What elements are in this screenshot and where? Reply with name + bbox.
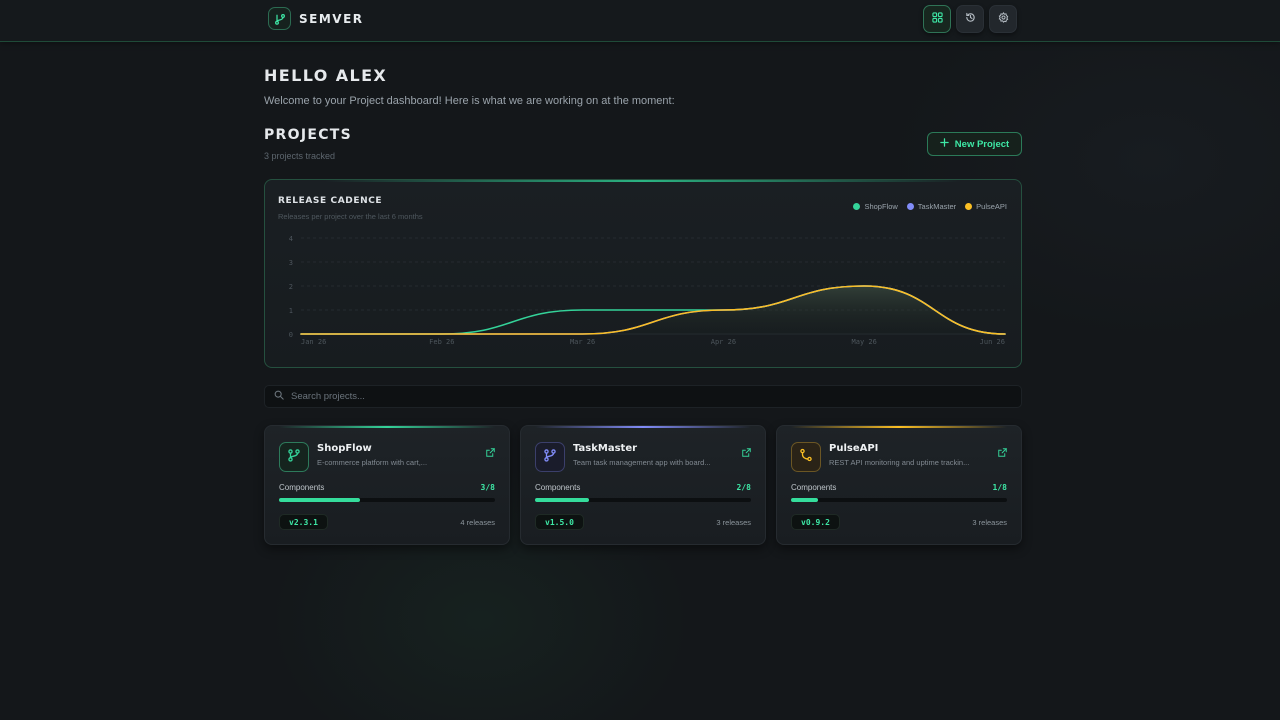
y-tick-label: 0 bbox=[289, 331, 293, 339]
external-link-icon[interactable] bbox=[742, 444, 751, 462]
git-branch-icon bbox=[543, 448, 557, 467]
git-branch-icon bbox=[287, 448, 301, 467]
brand[interactable]: SEMVER bbox=[268, 7, 364, 30]
git-branch-icon bbox=[268, 7, 291, 30]
x-tick-label: Apr 26 bbox=[711, 338, 736, 346]
git-merge-icon bbox=[799, 448, 813, 467]
x-tick-label: May 26 bbox=[852, 338, 877, 346]
card-accent bbox=[279, 426, 495, 428]
project-name: PulseAPI bbox=[829, 443, 879, 454]
y-tick-label: 4 bbox=[289, 235, 293, 243]
project-name: ShopFlow bbox=[317, 443, 372, 454]
project-card-shopflow[interactable]: ShopFlow E-commerce platform with cart,.… bbox=[264, 425, 510, 545]
app-name: SEMVER bbox=[299, 11, 364, 26]
project-card-taskmaster[interactable]: TaskMaster Team task management app with… bbox=[520, 425, 766, 545]
project-card-pulseapi[interactable]: PulseAPI REST API monitoring and uptime … bbox=[776, 425, 1022, 545]
history-button[interactable] bbox=[956, 5, 984, 33]
history-icon bbox=[965, 10, 976, 28]
y-tick-label: 1 bbox=[289, 307, 293, 315]
components-label: Components bbox=[279, 483, 325, 492]
projects-title: PROJECTS bbox=[264, 127, 353, 143]
progress-track bbox=[791, 498, 1007, 502]
external-link-icon[interactable] bbox=[486, 444, 495, 462]
plus-icon bbox=[940, 138, 949, 150]
dashboard-button[interactable] bbox=[923, 5, 951, 33]
card-accent bbox=[791, 426, 1007, 428]
new-project-label: New Project bbox=[954, 138, 1010, 150]
project-icon bbox=[791, 442, 821, 472]
settings-button[interactable] bbox=[989, 5, 1017, 33]
x-tick-label: Feb 26 bbox=[429, 338, 454, 346]
version-badge: v0.9.2 bbox=[791, 514, 840, 530]
project-description: E-commerce platform with cart,... bbox=[317, 458, 428, 467]
top-bar: SEMVER bbox=[0, 0, 1280, 42]
settings-icon bbox=[998, 10, 1009, 28]
x-tick-label: Mar 26 bbox=[570, 338, 595, 346]
version-badge: v2.3.1 bbox=[279, 514, 328, 530]
card-accent bbox=[535, 426, 751, 428]
search-input[interactable] bbox=[291, 391, 991, 402]
y-tick-label: 2 bbox=[289, 283, 293, 291]
x-tick-label: Jan 26 bbox=[301, 338, 326, 346]
release-cadence-chart: RELEASE CADENCE Releases per project ove… bbox=[264, 179, 1022, 368]
external-link-icon[interactable] bbox=[998, 444, 1007, 462]
project-description: REST API monitoring and uptime trackin..… bbox=[829, 458, 970, 467]
projects-count: 3 projects tracked bbox=[264, 151, 336, 161]
y-tick-label: 3 bbox=[289, 259, 293, 267]
components-count: 3/8 bbox=[480, 483, 495, 492]
chart-plot: 0 1 2 3 4 Jan 26 Feb 26 Mar 26 Apr 26 May 26 Jun 2… bbox=[289, 235, 1006, 346]
project-name: TaskMaster bbox=[573, 443, 638, 454]
release-count: 3 releases bbox=[716, 518, 751, 527]
components-count: 2/8 bbox=[736, 483, 751, 492]
components-count: 1/8 bbox=[992, 483, 1007, 492]
progress-fill bbox=[279, 498, 360, 502]
new-project-button[interactable]: New Project bbox=[927, 132, 1022, 156]
greeting-title: HELLO ALEX bbox=[264, 66, 388, 85]
progress-fill bbox=[535, 498, 589, 502]
search-bar[interactable] bbox=[264, 385, 1022, 408]
progress-track bbox=[279, 498, 495, 502]
components-label: Components bbox=[535, 483, 581, 492]
search-icon bbox=[274, 390, 284, 403]
version-badge: v1.5.0 bbox=[535, 514, 584, 530]
release-count: 3 releases bbox=[972, 518, 1007, 527]
components-label: Components bbox=[791, 483, 837, 492]
x-tick-label: Jun 26 bbox=[980, 338, 1005, 346]
project-icon bbox=[535, 442, 565, 472]
progress-track bbox=[535, 498, 751, 502]
progress-fill bbox=[791, 498, 818, 502]
dashboard-icon bbox=[931, 10, 943, 28]
project-icon bbox=[279, 442, 309, 472]
greeting-subtitle: Welcome to your Project dashboard! Here … bbox=[264, 95, 675, 107]
project-description: Team task management app with board... bbox=[573, 458, 711, 467]
release-count: 4 releases bbox=[460, 518, 495, 527]
top-actions bbox=[923, 5, 1017, 33]
